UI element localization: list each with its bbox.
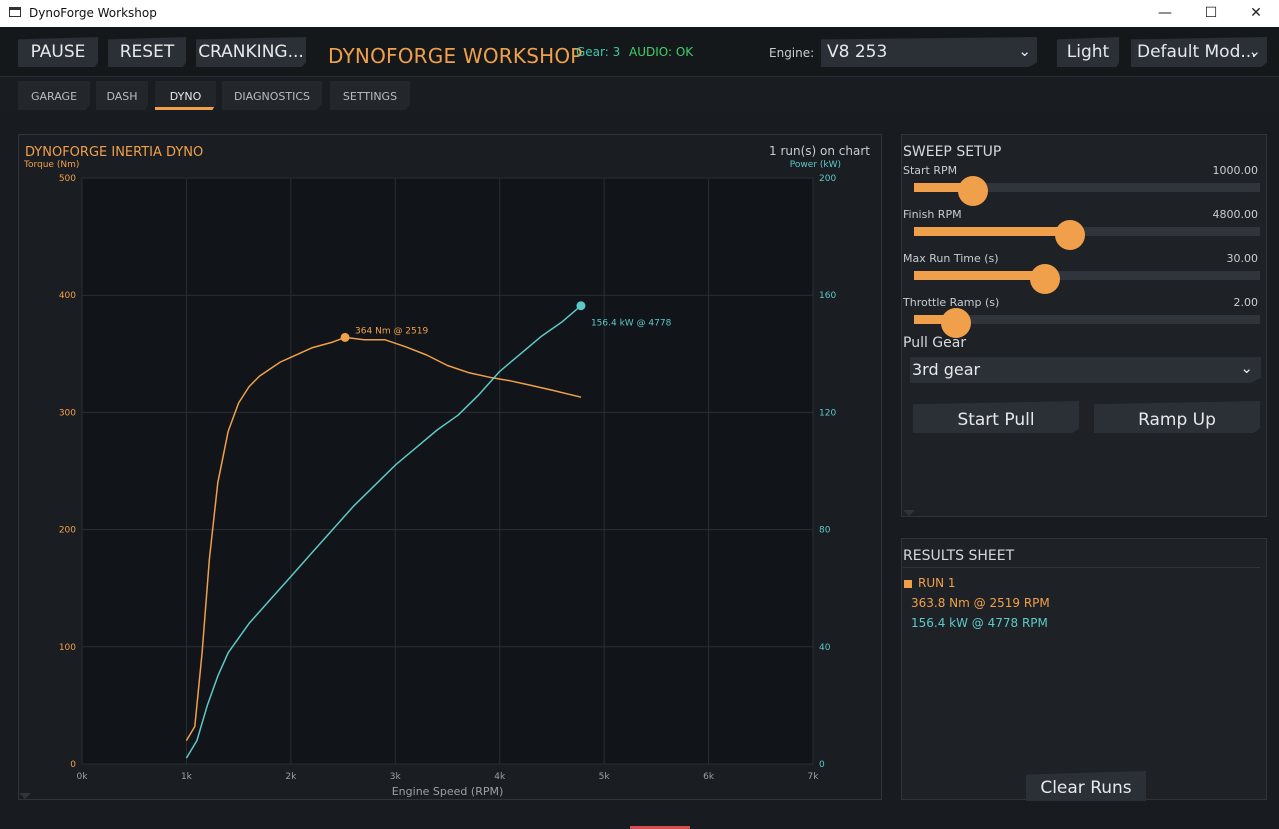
close-button[interactable]: ✕ [1233, 0, 1279, 27]
minimize-button[interactable]: — [1142, 0, 1188, 27]
cranking-button[interactable]: CRANKING... [196, 37, 306, 67]
tab-bar: GARAGE DASH DYNO DIAGNOSTICS SETTINGS [0, 77, 1279, 113]
dyno-chart-panel: 0k 1k 2k 3k 4k 5k 6k 7k 0 100 200 300 400 500 0 40 80 120… [18, 134, 882, 800]
pull-gear-label: Pull Gear [903, 335, 967, 351]
y2-tick-label: 40 [819, 643, 831, 653]
y2-axis-label: Power (kW) [790, 160, 841, 170]
maximize-button[interactable]: ☐ [1188, 0, 1234, 27]
start-rpm-value: 1000.00 [1212, 164, 1259, 177]
x-tick-label: 6k [703, 772, 715, 782]
results-sheet-title: RESULTS SHEET [903, 548, 1015, 564]
y-tick-label: 400 [59, 291, 76, 301]
y2-tick-label: 160 [819, 291, 836, 301]
y2-tick-label: 120 [819, 408, 836, 418]
x-tick-label: 1k [181, 772, 193, 782]
divider [903, 567, 1260, 568]
tab-dyno[interactable]: DYNO [155, 81, 216, 110]
torque-peak-marker [340, 332, 350, 342]
torque-peak-label: 364 Nm @ 2519 [355, 326, 428, 336]
app-icon [9, 7, 21, 17]
engine-select[interactable]: V8 253 ⌄ [821, 37, 1037, 67]
results-sheet-panel: RESULTS SHEET RUN 1 363.8 Nm @ 2519 RPM … [901, 538, 1267, 801]
power-peak-marker [576, 301, 586, 311]
mode-select[interactable]: Default Mod... ⌄ [1131, 37, 1267, 67]
panel-corner-marker [19, 793, 31, 799]
clear-runs-button[interactable]: Clear Runs [1026, 771, 1146, 801]
max-run-time-slider-handle[interactable] [1030, 264, 1061, 294]
y2-tick-label: 0 [819, 760, 825, 770]
x-tick-label: 7k [808, 772, 820, 782]
tab-dash[interactable]: DASH [96, 81, 148, 110]
x-tick-label: 0k [77, 772, 89, 782]
y-tick-label: 100 [59, 643, 76, 653]
theme-toggle-button[interactable]: Light [1057, 37, 1119, 67]
window-title: DynoForge Workshop [29, 6, 157, 20]
tab-settings[interactable]: SETTINGS [330, 81, 410, 110]
tab-diagnostics[interactable]: DIAGNOSTICS [222, 81, 322, 110]
y-axis-label: Torque (Nm) [23, 160, 79, 170]
start-pull-button[interactable]: Start Pull [913, 401, 1079, 433]
chevron-down-icon: ⌄ [1018, 42, 1031, 60]
gear-status: Gear: 3 [576, 45, 621, 59]
power-peak-label: 156.4 kW @ 4778 [591, 319, 672, 329]
y-tick-label: 300 [59, 408, 76, 418]
ramp-up-button[interactable]: Ramp Up [1094, 401, 1260, 433]
x-tick-label: 5k [599, 772, 611, 782]
run-name: RUN 1 [918, 576, 956, 590]
y-tick-label: 200 [59, 526, 76, 536]
sweep-setup-title: SWEEP SETUP [903, 144, 1002, 160]
x-tick-label: 2k [285, 772, 297, 782]
pull-gear-value: 3rd gear [912, 360, 981, 379]
x-tick-label: 4k [494, 772, 506, 782]
y2-tick-label: 80 [819, 526, 831, 536]
reset-button[interactable]: RESET [108, 37, 186, 67]
panel-corner-marker [903, 510, 915, 516]
x-axis-label: Engine Speed (RPM) [392, 785, 504, 798]
throttle-ramp-slider-handle[interactable] [940, 308, 971, 338]
chevron-down-icon: ⌄ [1248, 42, 1261, 60]
sweep-setup-panel: SWEEP SETUP Start RPM 1000.00 Finish RPM… [901, 134, 1267, 517]
runs-on-chart-label: 1 run(s) on chart [769, 144, 870, 158]
y-tick-label: 500 [59, 174, 76, 184]
app-title: DYNOFORGE WORKSHOP [328, 44, 583, 68]
pause-button[interactable]: PAUSE [18, 37, 98, 67]
max-run-time-value: 30.00 [1226, 252, 1259, 265]
plot-area [81, 177, 814, 765]
chart-title: DYNOFORGE INERTIA DYNO [25, 145, 204, 160]
max-run-time-label: Max Run Time (s) [903, 252, 999, 265]
tab-garage[interactable]: GARAGE [18, 81, 90, 110]
finish-rpm-slider-handle[interactable] [1054, 220, 1085, 250]
finish-rpm-value: 4800.00 [1212, 208, 1259, 221]
engine-select-value: V8 253 [827, 42, 888, 62]
start-rpm-label: Start RPM [903, 164, 958, 177]
finish-rpm-label: Finish RPM [903, 208, 962, 221]
pull-gear-select[interactable]: 3rd gear ⌄ [910, 357, 1261, 383]
peak-torque-result: 363.8 Nm @ 2519 RPM [911, 596, 1050, 610]
throttle-ramp-label: Throttle Ramp (s) [903, 296, 1000, 309]
engine-label: Engine: [769, 46, 815, 60]
app-toolbar: PAUSE RESET CRANKING... DYNOFORGE WORKSH… [0, 27, 1279, 77]
run-color-swatch [904, 580, 912, 588]
start-rpm-slider-handle[interactable] [957, 176, 988, 206]
max-run-time-slider-fill [914, 271, 1046, 280]
window-titlebar: DynoForge Workshop — ☐ ✕ [0, 0, 1279, 27]
mode-select-value: Default Mod... [1137, 42, 1257, 62]
audio-status: AUDIO: OK [629, 45, 694, 59]
y2-tick-label: 200 [819, 174, 836, 184]
chevron-down-icon: ⌄ [1240, 359, 1253, 377]
throttle-ramp-value: 2.00 [1233, 296, 1259, 309]
finish-rpm-slider-fill [914, 227, 1070, 236]
x-tick-label: 3k [390, 772, 402, 782]
peak-power-result: 156.4 kW @ 4778 RPM [911, 616, 1048, 630]
y-tick-label: 0 [70, 760, 76, 770]
dyno-chart: 0k 1k 2k 3k 4k 5k 6k 7k 0 100 200 300 400 500 0 40 80 120… [19, 160, 841, 799]
